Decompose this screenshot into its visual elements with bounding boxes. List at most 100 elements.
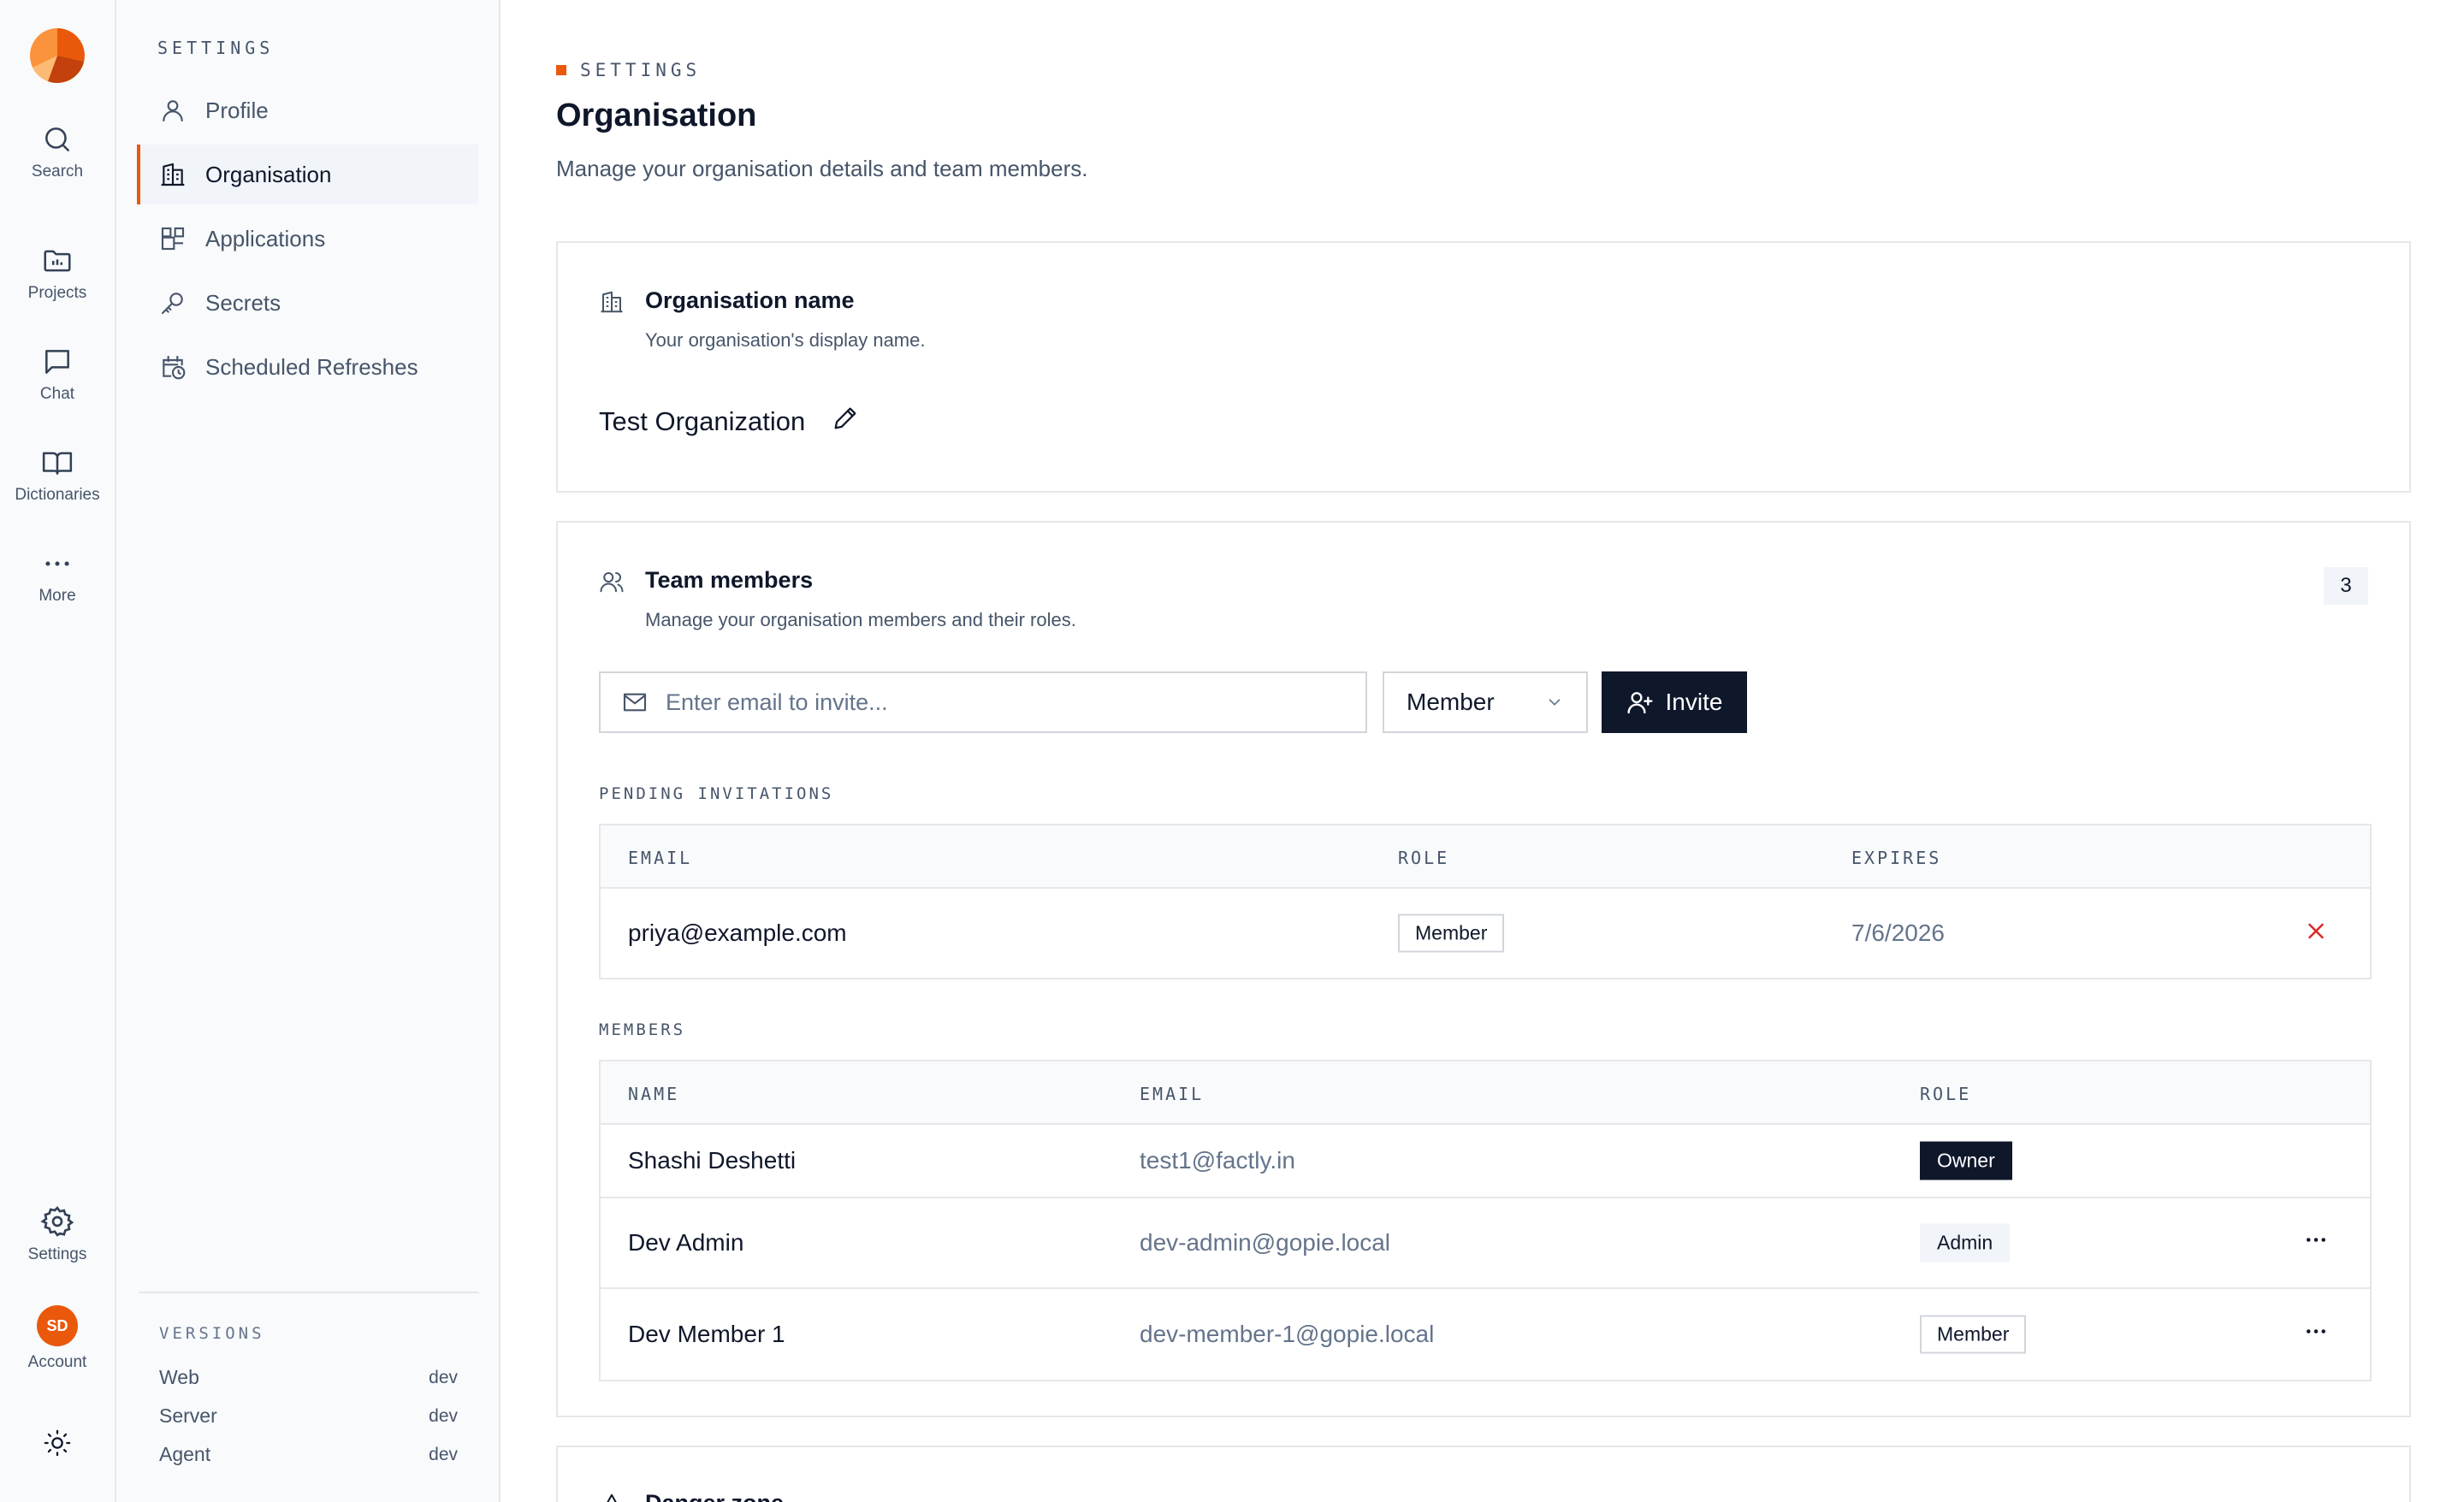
pending-invitations-label: PENDING INVITATIONS xyxy=(599,784,834,803)
role-badge: Member xyxy=(1920,1315,2027,1354)
theme-toggle[interactable] xyxy=(0,1428,115,1458)
more-icon xyxy=(2307,1238,2325,1242)
invite-form: Member Invite xyxy=(599,671,1747,733)
rail-search[interactable]: Search xyxy=(0,123,115,181)
search-icon xyxy=(45,127,69,151)
chevron-down-icon xyxy=(1549,699,1561,706)
org-name-card: Organisation name Your organisation's di… xyxy=(556,241,2411,493)
col-email: EMAIL xyxy=(628,848,693,868)
member-name: Dev Member 1 xyxy=(628,1321,785,1347)
edit-org-name-button[interactable] xyxy=(831,404,860,440)
col-name: NAME xyxy=(628,1084,680,1104)
org-card-subtitle: Your organisation's display name. xyxy=(645,329,926,351)
versions-panel: VERSIONS Web dev Server dev Agent dev xyxy=(139,1292,478,1474)
rail-projects-label: Projects xyxy=(27,284,87,302)
sidebar-item-label: Organisation xyxy=(205,161,332,187)
member-name: Dev Admin xyxy=(628,1229,744,1256)
page-eyebrow: SETTINGS xyxy=(556,60,701,80)
sidebar-item-label: Applications xyxy=(205,225,326,251)
icon-rail: Search Projects Chat Dictionaries More S… xyxy=(0,0,116,1502)
more-icon xyxy=(45,561,69,566)
member-actions-button[interactable] xyxy=(2303,1319,2329,1351)
member-role-cell: Member xyxy=(1920,1315,2027,1354)
invite-role-select[interactable]: Member xyxy=(1383,671,1588,733)
danger-zone-card: Danger zone xyxy=(556,1446,2411,1502)
invite-button-label: Invite xyxy=(1665,689,1723,715)
version-value: dev xyxy=(429,1444,458,1464)
rail-account-label: Account xyxy=(27,1353,87,1371)
version-row: Agent dev xyxy=(159,1435,458,1474)
team-members-card: Team members Manage your organisation me… xyxy=(556,521,2411,1417)
version-value: dev xyxy=(429,1405,458,1426)
calendar-clock-icon xyxy=(163,355,186,380)
col-role: ROLE xyxy=(1398,848,1450,868)
member-actions-button[interactable] xyxy=(2303,1227,2329,1259)
team-card-title: Team members xyxy=(645,567,814,593)
versions-heading: VERSIONS xyxy=(159,1324,265,1343)
member-role-cell: Owner xyxy=(1920,1141,2012,1180)
table-row: Shashi Deshetti test1@factly.in Owner xyxy=(601,1125,2370,1198)
sidebar-item-organisation[interactable]: Organisation xyxy=(137,145,478,204)
version-row: Server dev xyxy=(159,1397,458,1435)
sidebar-item-scheduled-refreshes[interactable]: Scheduled Refreshes xyxy=(139,337,478,397)
rail-search-label: Search xyxy=(31,163,84,180)
user-plus-icon xyxy=(1626,692,1653,714)
user-icon xyxy=(163,100,183,122)
rail-settings[interactable]: Settings xyxy=(0,1204,115,1264)
invite-email: priya@example.com xyxy=(628,920,847,946)
avatar[interactable]: SD xyxy=(37,1305,78,1346)
rail-projects[interactable]: Projects xyxy=(0,245,115,303)
version-row: Web dev xyxy=(159,1358,458,1397)
table-row: Dev Admin dev-admin@gopie.local Admin xyxy=(601,1198,2370,1289)
page-subtitle: Manage your organisation details and tea… xyxy=(556,156,1088,181)
table-row: Dev Member 1 dev-member-1@gopie.local Me… xyxy=(601,1289,2370,1380)
team-card-header: Team members Manage your organisation me… xyxy=(599,567,1076,631)
folder-icon xyxy=(44,250,71,272)
building-icon xyxy=(161,163,185,186)
rail-settings-label: Settings xyxy=(27,1245,87,1263)
close-icon xyxy=(2308,923,2324,939)
org-name: Test Organization xyxy=(599,404,860,440)
col-role: ROLE xyxy=(1920,1084,1972,1104)
role-badge: Owner xyxy=(1920,1141,2012,1180)
app-logo[interactable] xyxy=(29,27,86,84)
settings-sidebar: SETTINGS Profile Organisation Applicatio… xyxy=(116,0,500,1502)
mail-icon xyxy=(623,693,647,712)
building-icon xyxy=(601,291,623,313)
rail-chat[interactable]: Chat xyxy=(0,346,115,404)
invite-role-value: Member xyxy=(1407,689,1495,715)
org-card-header: Organisation name Your organisation's di… xyxy=(599,287,925,352)
invite-button[interactable]: Invite xyxy=(1602,671,1747,733)
sidebar-item-secrets[interactable]: Secrets xyxy=(139,273,478,333)
invite-role-cell: Member xyxy=(1398,914,1505,953)
sidebar-item-label: Secrets xyxy=(205,289,281,316)
sidebar-item-profile[interactable]: Profile xyxy=(139,80,478,140)
rail-account[interactable]: SD Account xyxy=(0,1305,115,1372)
danger-card-title: Danger zone xyxy=(645,1490,784,1502)
warning-icon xyxy=(607,1493,617,1502)
invite-email-field[interactable] xyxy=(599,671,1367,733)
team-card-subtitle: Manage your organisation members and the… xyxy=(645,609,1076,630)
invite-expires: 7/6/2026 xyxy=(1851,920,1945,946)
invite-email-input[interactable] xyxy=(666,689,1333,716)
settings-nav: Profile Organisation Applications Secret… xyxy=(137,80,478,401)
apps-icon xyxy=(161,227,185,251)
role-badge: Admin xyxy=(1920,1223,2011,1263)
rail-dictionaries-label: Dictionaries xyxy=(15,486,100,504)
gear-icon xyxy=(40,1206,74,1237)
member-email: dev-member-1@gopie.local xyxy=(1140,1321,1435,1347)
rail-more[interactable]: More xyxy=(0,547,115,606)
pencil-icon xyxy=(834,407,856,429)
accent-square xyxy=(556,65,566,75)
sun-icon xyxy=(44,1429,71,1457)
col-email: EMAIL xyxy=(1140,1084,1205,1104)
rail-dictionaries[interactable]: Dictionaries xyxy=(0,446,115,505)
role-badge: Member xyxy=(1398,914,1505,953)
member-count-badge: 3 xyxy=(2324,567,2368,605)
page-title: Organisation xyxy=(556,98,757,133)
rail-chat-label: Chat xyxy=(39,385,75,403)
users-icon xyxy=(600,572,624,593)
revoke-invite-button[interactable] xyxy=(2303,919,2329,949)
version-name: Server xyxy=(159,1404,217,1427)
sidebar-item-applications[interactable]: Applications xyxy=(139,209,478,269)
